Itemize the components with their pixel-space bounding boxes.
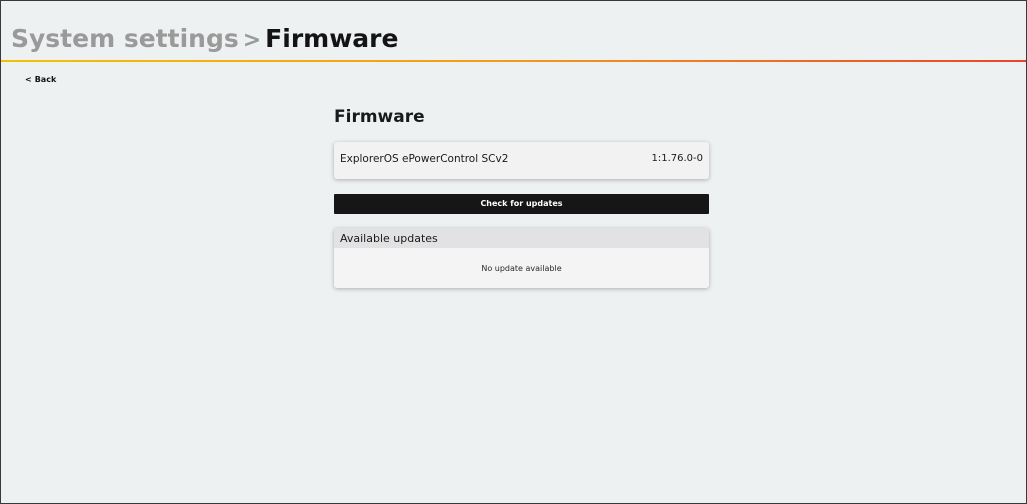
breadcrumb: System settings > Firmware	[11, 23, 398, 57]
available-updates-header: Available updates	[334, 228, 709, 248]
back-label: Back	[34, 75, 57, 84]
no-update-message: No update available	[481, 264, 562, 273]
firmware-info-card: ExplorerOS ePowerControl SCv2 1:1.76.0-0	[334, 142, 709, 179]
page-header: System settings > Firmware	[1, 1, 1026, 62]
breadcrumb-current-page: Firmware	[265, 24, 399, 53]
firmware-name: ExplorerOS ePowerControl SCv2	[340, 153, 509, 165]
breadcrumb-system-settings[interactable]: System settings	[11, 24, 239, 53]
check-for-updates-button[interactable]: Check for updates	[334, 194, 709, 214]
app-window: System settings > Firmware < Back Firmware …	[0, 0, 1027, 504]
header-accent-line	[1, 60, 1026, 62]
available-updates-card: Available updates No update available	[334, 228, 709, 288]
back-button[interactable]: < Back	[25, 75, 56, 84]
breadcrumb-separator: >	[242, 28, 262, 53]
available-updates-title: Available updates	[340, 232, 438, 245]
chevron-left-icon: <	[25, 75, 32, 84]
section-title: Firmware	[334, 107, 425, 127]
firmware-version: 1:1.76.0-0	[651, 153, 703, 164]
